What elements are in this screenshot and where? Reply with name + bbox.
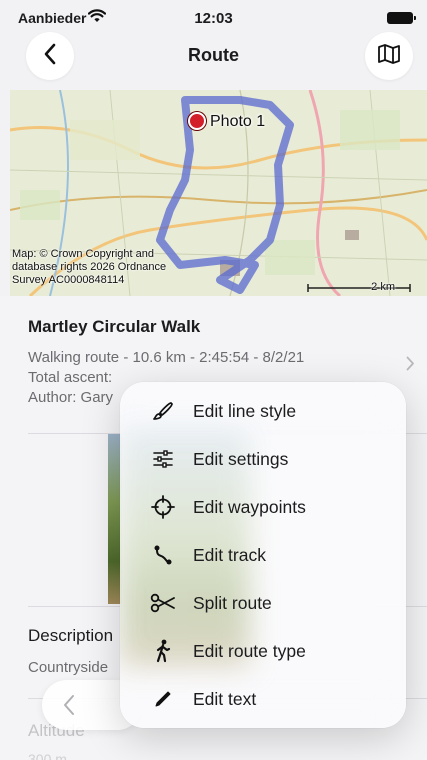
menu-item-label: Edit line style bbox=[193, 401, 297, 421]
menu-item-label: Edit waypoints bbox=[193, 497, 306, 517]
menu-item-label: Split route bbox=[193, 593, 272, 613]
pencil-icon bbox=[150, 687, 176, 711]
chevron-right-icon[interactable] bbox=[406, 356, 415, 376]
menu-item-split-route[interactable]: Split route bbox=[120, 579, 406, 627]
description-heading: Description bbox=[28, 626, 114, 645]
menu-item-edit-waypoints[interactable]: Edit waypoints bbox=[120, 483, 406, 531]
attribution-line: Survey AC0000848114 bbox=[12, 274, 125, 286]
menu-item-edit-settings[interactable]: Edit settings bbox=[120, 435, 406, 483]
attribution-line: database rights 2026 Ordnance bbox=[12, 261, 167, 273]
chevron-left-icon[interactable] bbox=[62, 693, 76, 722]
menu-item-edit-line-style[interactable]: Edit line style bbox=[120, 387, 406, 435]
map-attribution: Map: © Crown Copyright and database righ… bbox=[12, 248, 166, 287]
page-title: Route bbox=[188, 45, 239, 65]
altitude-value: 300 m bbox=[28, 751, 67, 760]
attribution-line: Map: © Crown Copyright and bbox=[12, 248, 155, 260]
description-text: Countryside bbox=[28, 659, 109, 676]
edit-menu: Edit line style Edit settings Edit waypo… bbox=[120, 382, 406, 728]
menu-item-edit-track[interactable]: Edit track bbox=[120, 531, 406, 579]
paintbrush-icon bbox=[150, 399, 176, 423]
walking-figure-icon bbox=[150, 639, 176, 663]
clock: 12:03 bbox=[194, 10, 233, 27]
scissors-icon bbox=[150, 591, 176, 615]
photo-marker[interactable] bbox=[188, 112, 206, 130]
menu-item-label: Edit text bbox=[193, 689, 257, 709]
photo-marker-label: Photo 1 bbox=[210, 113, 266, 130]
route-map[interactable]: Photo 1 Map: © Crown Copyright and datab… bbox=[10, 90, 427, 296]
map-icon bbox=[377, 43, 401, 70]
menu-item-edit-route-type[interactable]: Edit route type bbox=[120, 627, 406, 675]
sliders-icon bbox=[150, 447, 176, 471]
menu-item-label: Edit track bbox=[193, 545, 266, 565]
route-title: Martley Circular Walk bbox=[28, 317, 201, 336]
track-path-icon bbox=[150, 543, 176, 567]
crosshair-icon bbox=[150, 495, 176, 519]
map-button[interactable] bbox=[365, 32, 413, 80]
menu-item-label: Edit route type bbox=[193, 641, 306, 661]
navigation-bar: Route bbox=[0, 30, 427, 84]
route-stats: Walking route - 10.6 km - 2:45:54 - 8/2/… bbox=[28, 349, 305, 366]
battery-icon bbox=[387, 12, 416, 24]
menu-item-label: Edit settings bbox=[193, 449, 289, 469]
status-bar: Aanbieder 12:03 bbox=[0, 0, 427, 30]
map-scale-label: 2 km bbox=[371, 281, 395, 293]
menu-item-edit-text[interactable]: Edit text bbox=[120, 675, 406, 723]
